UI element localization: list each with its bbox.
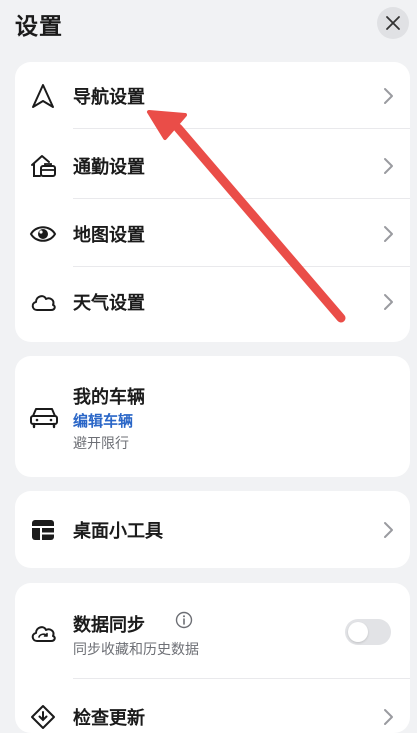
annotation-arrow: [147, 110, 346, 323]
